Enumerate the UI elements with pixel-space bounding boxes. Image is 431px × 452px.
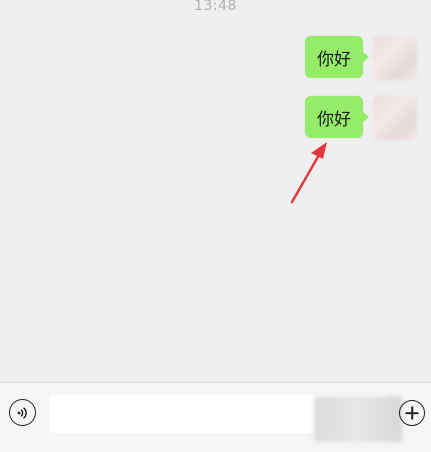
voice-button[interactable] <box>9 399 36 426</box>
chat-screen: 13:48 你好 你好 <box>0 0 431 452</box>
arrow-shaft <box>290 153 321 204</box>
plus-icon[interactable] <box>399 400 425 426</box>
message-row: 你好 <box>305 96 417 140</box>
blurred-emoji-button[interactable] <box>314 396 402 442</box>
avatar[interactable] <box>373 96 417 140</box>
avatar[interactable] <box>373 36 417 80</box>
message-row: 你好 <box>305 36 417 80</box>
message-bubble[interactable]: 你好 <box>305 96 369 138</box>
message-bubble[interactable]: 你好 <box>305 36 369 78</box>
voice-icon <box>17 406 27 419</box>
message-timestamp: 13:48 <box>194 0 237 14</box>
input-bar <box>0 382 431 452</box>
arrow-head <box>311 142 327 159</box>
